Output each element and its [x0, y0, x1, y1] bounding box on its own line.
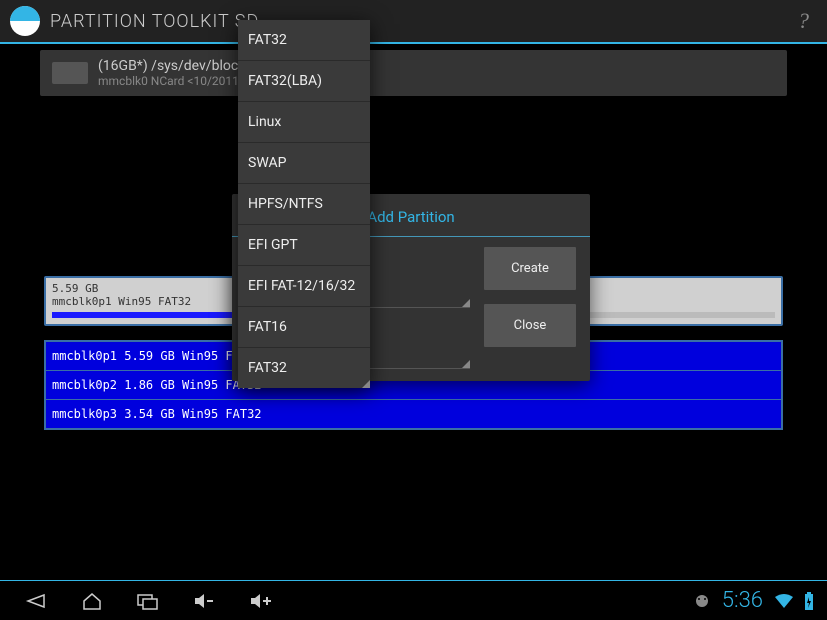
- volume-down-button[interactable]: [176, 591, 232, 611]
- menu-item-label: FAT32: [248, 360, 287, 376]
- app-bar: PARTITION TOOLKIT SD ?: [0, 0, 827, 44]
- disk-icon: [52, 62, 88, 84]
- home-button[interactable]: [64, 591, 120, 611]
- app-title: PARTITION TOOLKIT SD: [50, 11, 790, 32]
- menu-item[interactable]: FAT32(LBA): [238, 61, 370, 102]
- create-button[interactable]: Create: [484, 247, 576, 290]
- menu-item[interactable]: HPFS/NTFS: [238, 184, 370, 225]
- menu-item[interactable]: Linux: [238, 102, 370, 143]
- battery-icon: [803, 591, 815, 611]
- android-icon: [692, 591, 712, 611]
- wifi-icon: [773, 592, 795, 610]
- app-logo: [10, 6, 40, 36]
- recent-button[interactable]: [120, 591, 176, 611]
- menu-item[interactable]: FAT32: [238, 20, 370, 61]
- device-line1: (16GB*) /sys/dev/block/1: [98, 58, 259, 74]
- device-text: (16GB*) /sys/dev/block/1 mmcblk0 NCard <…: [98, 58, 259, 88]
- menu-item[interactable]: SWAP: [238, 143, 370, 184]
- chevron-down-icon: [462, 299, 470, 307]
- help-icon[interactable]: ?: [790, 8, 817, 34]
- menu-item[interactable]: EFI GPT: [238, 225, 370, 266]
- device-info[interactable]: (16GB*) /sys/dev/block/1 mmcblk0 NCard <…: [40, 50, 787, 96]
- back-button[interactable]: [8, 591, 64, 611]
- status-clock: 5:36: [722, 588, 763, 613]
- device-line2: mmcblk0 NCard <10/2011>: [98, 74, 259, 88]
- volume-up-button[interactable]: [232, 591, 288, 611]
- menu-item[interactable]: EFI FAT-12/16/32: [238, 266, 370, 307]
- list-item[interactable]: mmcblk0p3 3.54 GB Win95 FAT32: [46, 400, 781, 428]
- nav-bar: 5:36: [0, 580, 827, 620]
- chevron-down-icon: [362, 380, 370, 388]
- menu-item[interactable]: FAT16: [238, 307, 370, 348]
- menu-item[interactable]: FAT32: [238, 348, 370, 388]
- fs-type-menu: FAT32 FAT32(LBA) Linux SWAP HPFS/NTFS EF…: [238, 20, 370, 388]
- close-button[interactable]: Close: [484, 304, 576, 347]
- chevron-down-icon: [462, 360, 470, 368]
